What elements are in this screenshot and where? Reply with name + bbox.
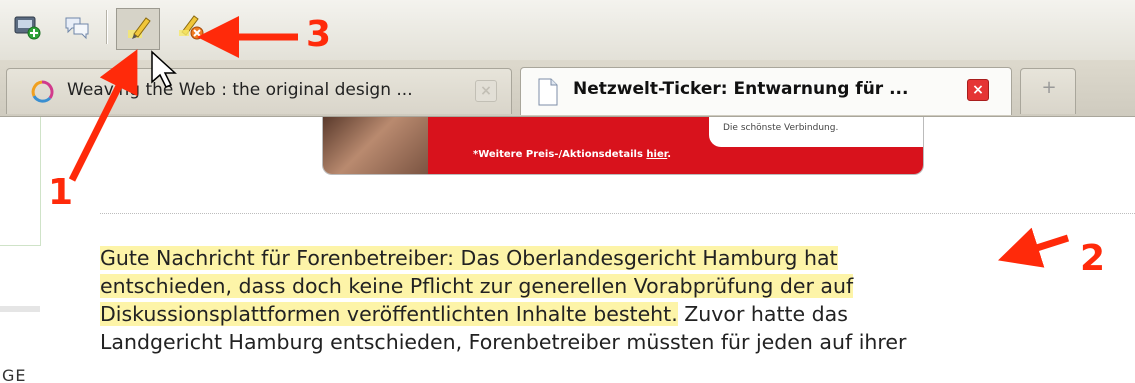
comments-icon[interactable] (62, 12, 92, 42)
close-tab-icon[interactable]: × (967, 79, 989, 101)
annotation-number-3: 3 (306, 14, 332, 55)
article-text: Landgericht Hamburg entschieden, Forenbe… (100, 330, 907, 354)
page-favicon-icon (538, 78, 558, 106)
plus-icon: + (1041, 77, 1057, 98)
article-paragraph: Gute Nachricht für Forenbetreiber: Das O… (100, 244, 1135, 356)
highlighted-text: Diskussionsplattformen veröffentlichten … (100, 302, 678, 326)
ad-details-text: *Weitere Preis-/Aktionsdetails hier. (473, 149, 672, 160)
sidebar-text-fragment: GE (2, 366, 27, 383)
annotation-number-1: 1 (48, 172, 74, 213)
mouse-cursor-icon (151, 50, 177, 88)
tab-title: Netzwelt-Ticker: Entwarnung für ... (573, 79, 909, 99)
highlighter-icon[interactable] (124, 12, 154, 42)
ad-tagline: Die schönste Verbindung. (723, 123, 839, 133)
sidebar-divider (0, 306, 40, 312)
sidebar-box (0, 117, 41, 246)
annotation-number-2: 2 (1080, 238, 1106, 279)
ad-photo (323, 117, 428, 174)
erase-highlight-icon[interactable] (176, 12, 206, 42)
tab-title: Weaving the Web : the original design ..… (67, 80, 413, 100)
advertisement-banner[interactable]: Die schönste Verbindung. *Weitere Preis-… (322, 117, 924, 175)
ad-details-link[interactable]: hier (646, 149, 667, 160)
page-content: GE Die schönste Verbindung. *Weitere Pre… (0, 117, 1135, 383)
new-comment-icon[interactable] (12, 12, 42, 42)
dotted-divider (100, 213, 1135, 214)
article-text: Zuvor hatte das (677, 302, 848, 326)
tab-weaving-the-web[interactable]: Weaving the Web : the original design ..… (6, 68, 512, 114)
close-tab-icon[interactable]: × (475, 80, 497, 102)
swirl-favicon-icon (31, 80, 54, 103)
new-tab-button[interactable]: + (1020, 68, 1076, 114)
tab-netzwelt-ticker[interactable]: Netzwelt-Ticker: Entwarnung für ... × (520, 67, 1012, 115)
highlighted-text: entschieden, dass doch keine Pflicht zur… (100, 274, 854, 298)
highlighted-text: Gute Nachricht für Forenbetreiber: Das O… (100, 246, 838, 270)
